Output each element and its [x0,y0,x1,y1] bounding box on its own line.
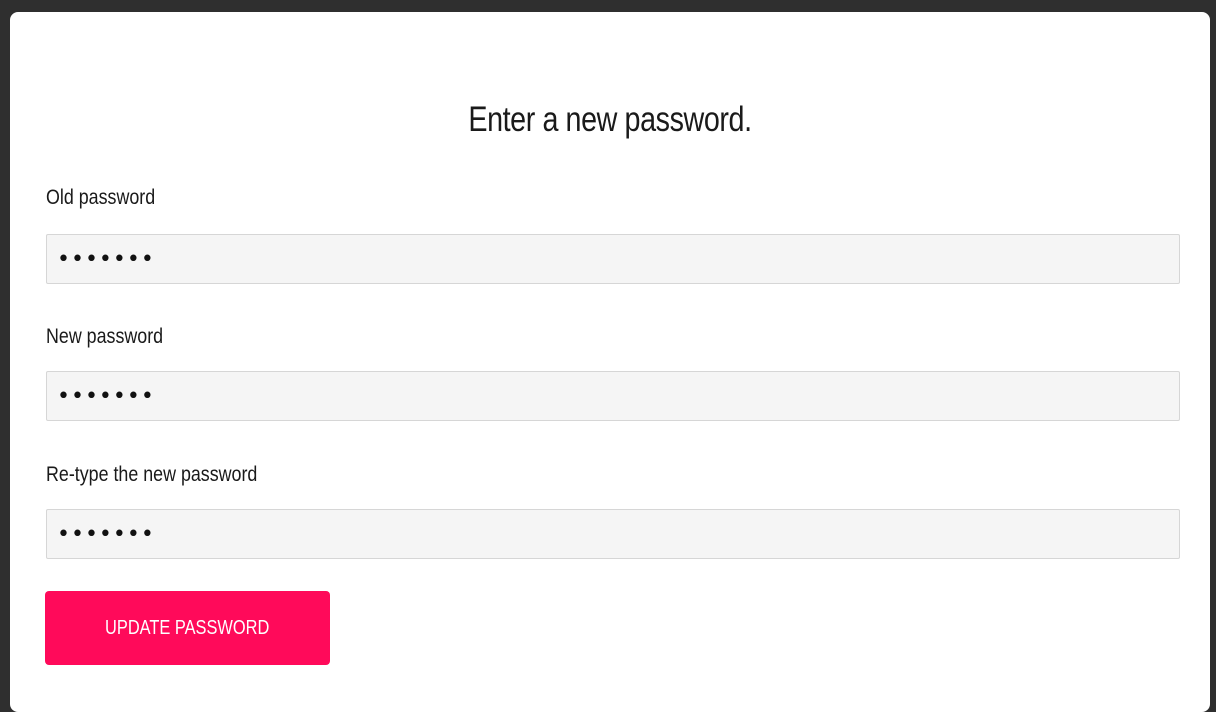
password-form-card: Enter a new password. Old password New p… [10,12,1210,712]
new-password-input[interactable] [46,371,1180,421]
update-password-button[interactable]: UPDATE PASSWORD [45,591,330,665]
retype-password-label: Re-type the new password [46,463,258,486]
retype-password-input[interactable] [46,509,1180,559]
old-password-label: Old password [46,186,156,209]
new-password-label: New password [46,325,164,348]
form-title: Enter a new password. [468,100,752,139]
update-password-label: UPDATE PASSWORD [105,616,270,639]
old-password-input[interactable] [46,234,1180,284]
